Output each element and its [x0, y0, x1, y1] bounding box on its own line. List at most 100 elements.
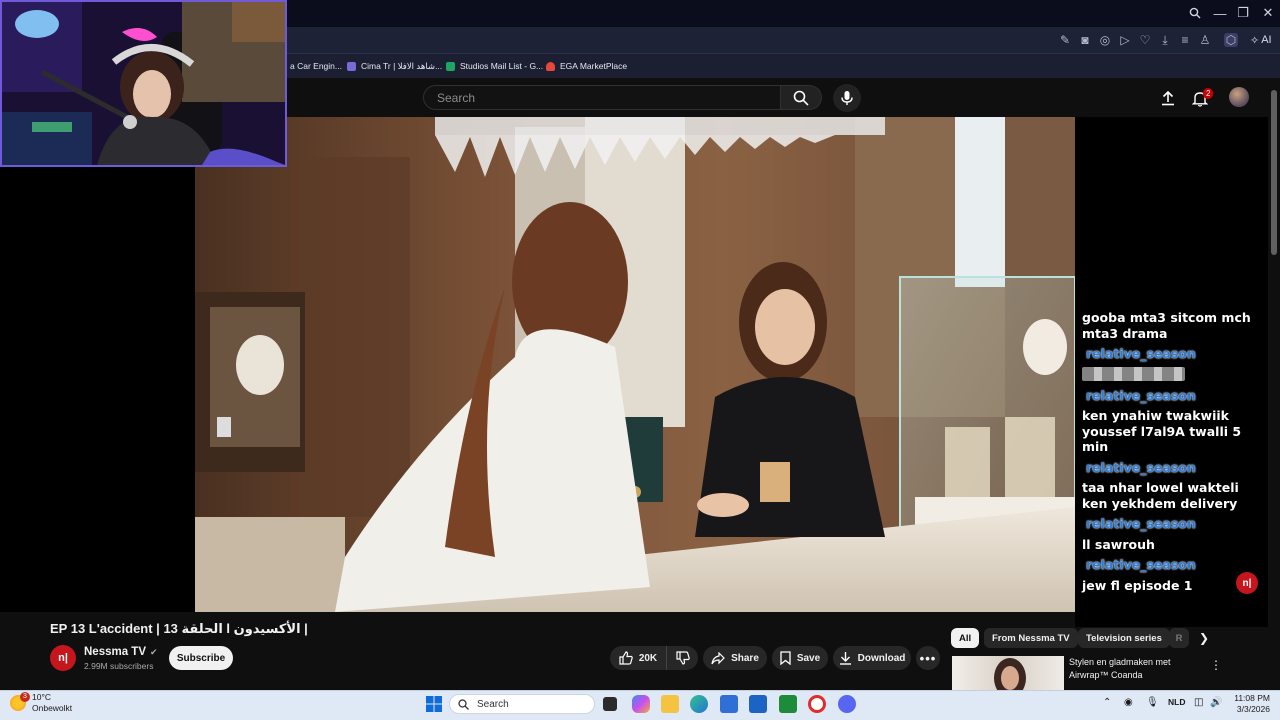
save-button[interactable]: Save [772, 646, 828, 670]
windows-start-button[interactable] [425, 695, 443, 713]
heart-icon[interactable]: ♡ [1138, 33, 1152, 47]
shield-icon[interactable]: ◎ [1098, 33, 1112, 47]
outlook-icon[interactable] [749, 695, 767, 713]
bookmark-ega[interactable]: EGA MarketPlace [546, 59, 627, 73]
volume-icon[interactable]: 🔊 [1210, 697, 1222, 708]
download-icon [839, 652, 851, 665]
copilot-icon[interactable] [632, 695, 650, 713]
sheets-favicon [446, 61, 455, 71]
tray-microphone-icon[interactable]: 🎙 [1146, 697, 1159, 708]
video-title: EP 13 L'accident | الحلقة 13 l الأكسيدون… [50, 621, 308, 636]
video-frame-scene [195, 117, 1075, 612]
opera-icon[interactable] [808, 695, 826, 713]
bookmark-label: a Car Engin... [290, 61, 342, 71]
ega-favicon [546, 61, 555, 71]
ad-title[interactable]: Stylen en gladmaken met Airwrap™ Coanda [1069, 656, 1209, 682]
more-actions-button[interactable]: ••• [916, 646, 940, 670]
share-label: Share [731, 652, 759, 664]
camera-icon[interactable]: ◙ [1078, 33, 1092, 47]
create-upload-button[interactable] [1158, 88, 1178, 108]
bookmark-car-engine[interactable]: a Car Engin... [290, 59, 342, 73]
weather-temperature: 10°C [32, 692, 51, 702]
screen: — ❐ ✕ ✎ ◙ ◎ ▷ ♡ ⤓ ≡ ♙ ⬡ ✧ AI a Car Engin.… [0, 0, 1280, 720]
search-input[interactable] [424, 86, 780, 109]
chat-username: relative_season [1086, 516, 1196, 531]
chat-username: relative_season [1086, 387, 1196, 403]
taskbar-clock[interactable]: 11:08 PM 3/3/2026 [1222, 693, 1270, 715]
chat-username: relative_season [1086, 346, 1196, 361]
stream-chat: gooba mta3 sitcom mch mta3 drama relativ… [1082, 310, 1262, 598]
download-button[interactable]: Download [833, 646, 911, 670]
voice-search-button[interactable] [833, 84, 861, 112]
wifi-icon[interactable]: ◫ [1194, 697, 1203, 708]
tray-network-app-icon[interactable]: ◉ [1124, 697, 1133, 708]
search-box [423, 85, 781, 110]
chip-from-nessma[interactable]: From Nessma TV [984, 628, 1078, 648]
search-icon[interactable] [1183, 4, 1207, 22]
ad-thumbnail[interactable] [952, 656, 1064, 690]
search-icon [793, 90, 809, 106]
channel-name: Nessma TV [84, 646, 147, 658]
weather-badge: 3 [20, 692, 30, 702]
chat-message: taa nhar lowel wakteli ken yekhdem deliv… [1082, 480, 1239, 511]
tray-chevron-up-icon[interactable]: ⌃ [1103, 697, 1111, 708]
video-player[interactable] [195, 117, 1075, 612]
channel-name-link[interactable]: Nessma TV ✔ [84, 646, 158, 658]
search-button[interactable] [781, 85, 822, 110]
download-label: Download [857, 652, 906, 664]
chevron-right-icon[interactable]: ❯ [1199, 631, 1209, 645]
chip-partial[interactable]: R [1169, 628, 1189, 648]
nessma-watermark-logo: n| [1236, 572, 1258, 594]
bookmark-studios-mail[interactable]: Studios Mail List - G... [446, 59, 543, 73]
bookmark-label: Studios Mail List - G... [460, 61, 544, 71]
dislike-button[interactable] [666, 646, 698, 670]
task-view-icon[interactable] [603, 697, 617, 711]
bookmark-label: EGA MarketPlace [560, 61, 628, 71]
search-icon [458, 698, 469, 710]
chat-message: ll sawrouh [1082, 536, 1155, 552]
thumbs-up-icon [619, 651, 633, 665]
menu-icon[interactable]: ≡ [1178, 33, 1192, 47]
share-icon [711, 651, 725, 664]
edge-icon[interactable] [690, 695, 708, 713]
maximize-icon[interactable]: ❐ [1231, 4, 1255, 22]
like-button[interactable]: 20K [610, 646, 666, 670]
channel-avatar[interactable]: n| [50, 645, 76, 671]
streamer-webcam-overlay [0, 0, 287, 167]
extensions-icon[interactable]: ⬡ [1224, 33, 1238, 47]
more-horizontal-icon: ••• [919, 650, 937, 666]
store-icon[interactable] [720, 695, 738, 713]
green-app-icon[interactable] [779, 695, 797, 713]
edit-icon[interactable]: ✎ [1058, 33, 1072, 47]
taskbar-search[interactable]: Search [449, 694, 595, 714]
minimize-icon[interactable]: — [1208, 4, 1232, 22]
chat-message: jew fl episode 1 [1082, 577, 1193, 593]
ad-more-icon[interactable]: ⋮ [1210, 658, 1222, 672]
chip-all[interactable]: All [951, 628, 980, 648]
share-button[interactable]: Share [703, 646, 767, 670]
ai-sparkle-icon: ✧ [1250, 34, 1260, 47]
ai-button[interactable]: ✧ AI [1250, 31, 1278, 49]
chip-television-series[interactable]: Television series [1078, 628, 1170, 648]
upload-icon [1162, 90, 1174, 106]
ad-model-image [994, 658, 1026, 690]
chat-username: relative_season [1086, 557, 1196, 572]
thumbs-down-icon [675, 651, 690, 665]
save-label: Save [796, 652, 821, 664]
windows-logo-icon [426, 696, 442, 712]
close-icon[interactable]: ✕ [1256, 4, 1280, 22]
profile-icon[interactable]: ♙ [1198, 33, 1212, 47]
subscribe-button[interactable]: Subscribe [169, 646, 233, 670]
file-explorer-icon[interactable] [661, 695, 679, 713]
language-indicator[interactable]: NLD [1168, 697, 1185, 707]
download-icon[interactable]: ⤓ [1158, 33, 1172, 47]
discord-icon[interactable] [838, 695, 856, 713]
clock-time: 11:08 PM [1234, 693, 1270, 703]
play-icon[interactable]: ▷ [1118, 33, 1132, 47]
video-letterbox-left [0, 117, 195, 612]
page-scrollbar-thumb[interactable] [1271, 90, 1277, 255]
chat-message: ken ynahiw twakwiik youssef l7al9A twall… [1082, 408, 1242, 454]
bookmark-cima[interactable]: Cima Tr | شاهد الافلا... [347, 59, 442, 73]
microphone-icon [841, 91, 853, 105]
account-avatar[interactable] [1229, 87, 1249, 107]
